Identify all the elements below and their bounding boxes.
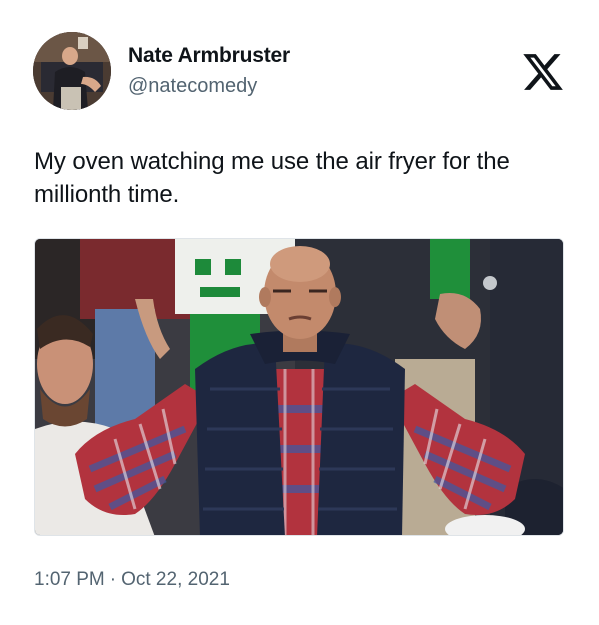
- x-logo-icon[interactable]: [521, 50, 565, 94]
- author-handle[interactable]: @natecomedy: [128, 75, 257, 98]
- tweet-media-photo[interactable]: [34, 238, 564, 536]
- tweet-timestamp[interactable]: 1:07 PM · Oct 22, 2021: [34, 569, 230, 591]
- separator-dot: ·: [109, 569, 117, 590]
- photo-icon: [35, 239, 563, 535]
- tweet-text: My oven watching me use the air fryer fo…: [34, 148, 510, 208]
- tweet-date: Oct 22, 2021: [121, 569, 230, 590]
- avatar-photo: [33, 32, 111, 110]
- tweet-card: Nate Armbruster @natecomedy My oven watc…: [0, 0, 599, 625]
- author-display-name[interactable]: Nate Armbruster: [128, 44, 290, 68]
- tweet-time: 1:07 PM: [34, 569, 105, 590]
- avatar[interactable]: [33, 32, 111, 110]
